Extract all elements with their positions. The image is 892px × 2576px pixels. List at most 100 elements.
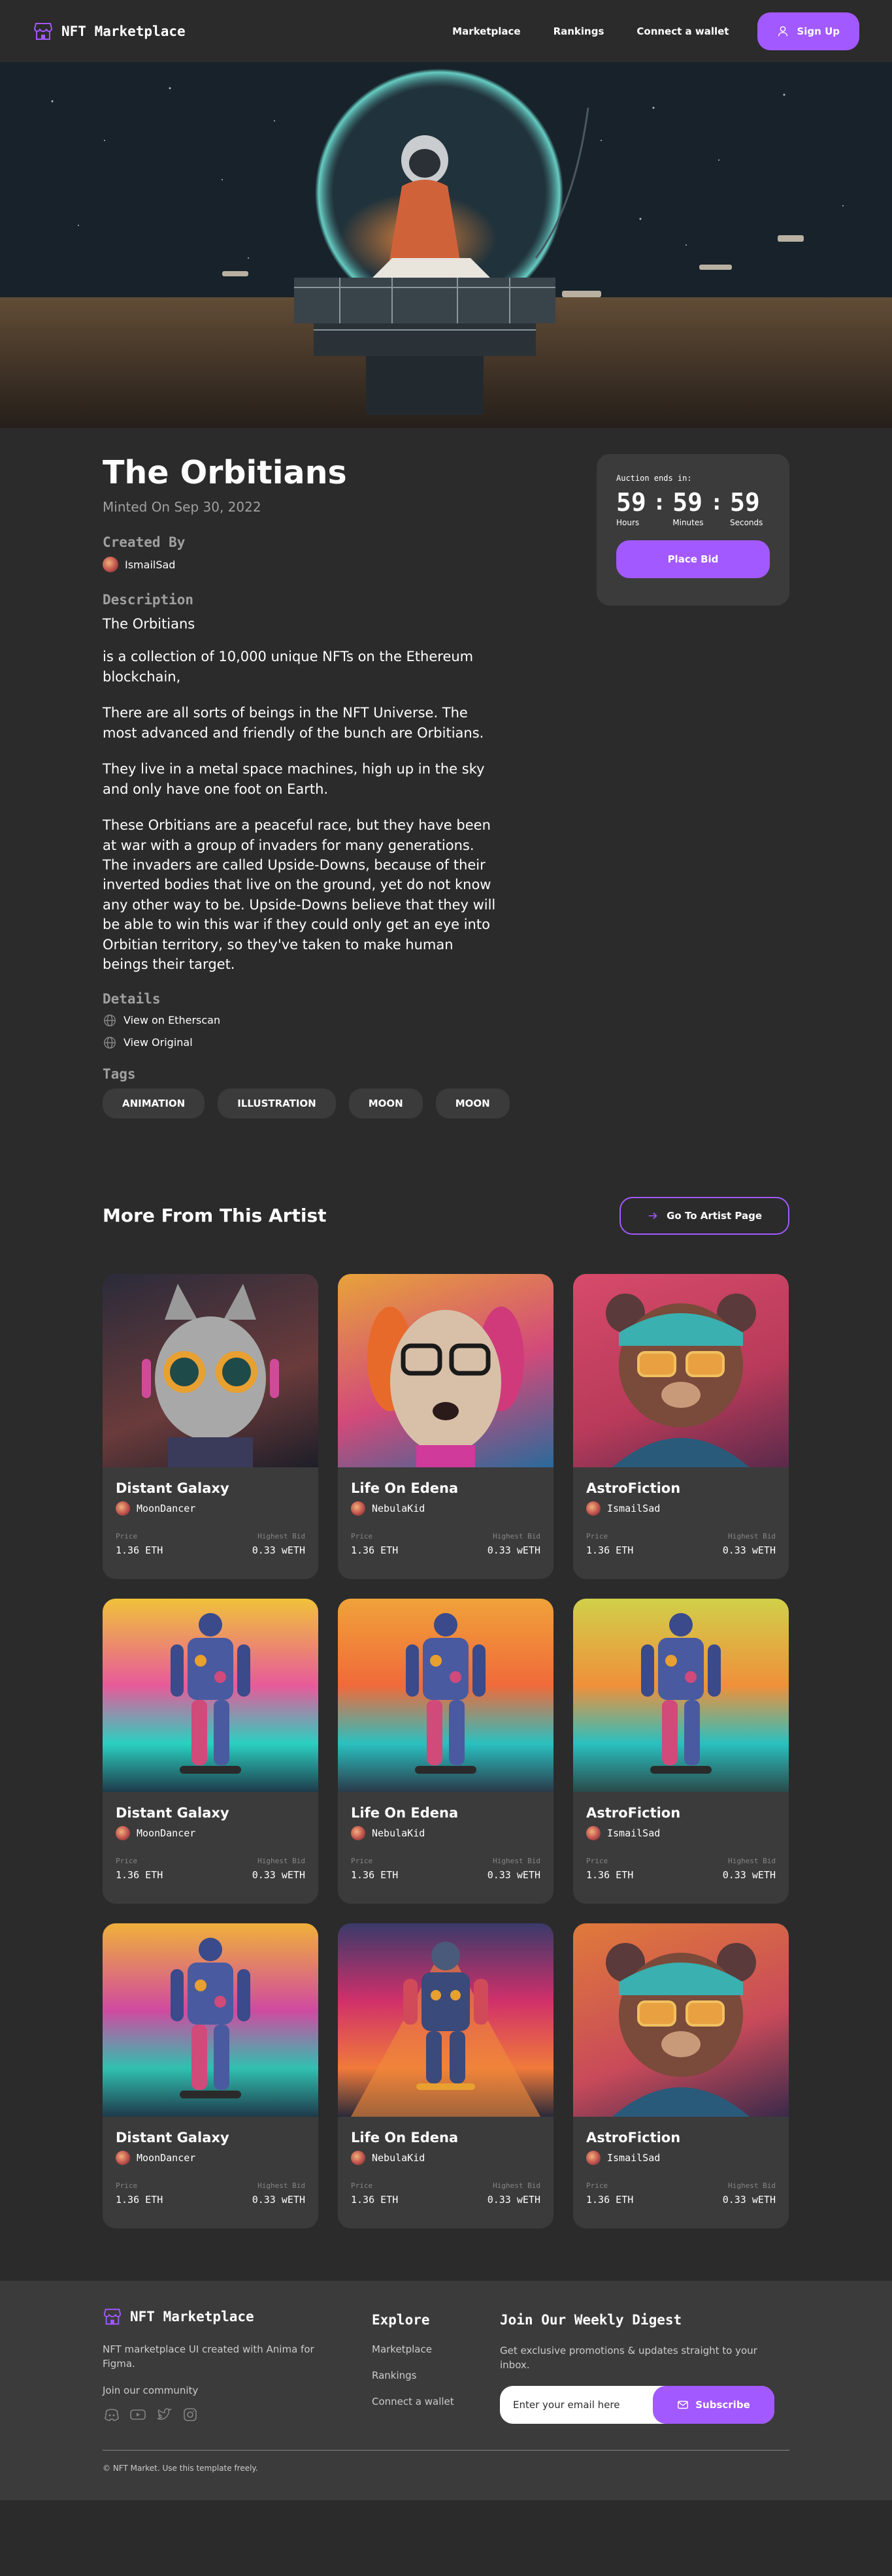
creator[interactable]: IsmailSad: [103, 557, 501, 572]
price-block: Price 1.36 ETH: [116, 2181, 163, 2206]
tag-moon[interactable]: MOON: [348, 1088, 423, 1118]
nav-connect-wallet[interactable]: Connect a wallet: [623, 25, 742, 37]
go-to-artist-label: Go To Artist Page: [667, 1209, 762, 1222]
nft-card-artist[interactable]: IsmailSad: [586, 1501, 776, 1516]
description-paragraph: These Orbitians are a peaceful race, but…: [103, 817, 496, 973]
youtube-icon[interactable]: [129, 2405, 147, 2424]
tag-animation[interactable]: ANIMATION: [103, 1088, 205, 1118]
nft-card-stats: Price 1.36 ETH Highest Bid 0.33 wETH: [116, 1857, 305, 1881]
more-header: More From This Artist Go To Artist Page: [103, 1196, 789, 1235]
nft-card-title: Distant Galaxy: [116, 1480, 229, 1496]
nav-rankings[interactable]: Rankings: [540, 25, 618, 37]
nft-card-artist[interactable]: MoonDancer: [116, 1501, 305, 1516]
place-bid-button[interactable]: Place Bid: [616, 540, 770, 578]
footer-brand[interactable]: NFT Marketplace: [103, 2307, 372, 2326]
view-etherscan-link[interactable]: View on Etherscan: [103, 1013, 501, 1028]
highest-bid-value: 0.33 wETH: [722, 1868, 776, 1881]
nft-card-title: AstroFiction: [586, 1804, 681, 1821]
nft-card-artist[interactable]: NebulaKid: [351, 1825, 540, 1840]
nft-card[interactable]: Life On Edena NebulaKid Price 1.36 ETH Highe…: [338, 1923, 553, 2228]
nft-card-artist[interactable]: NebulaKid: [351, 2150, 540, 2165]
nft-card[interactable]: Life On Edena NebulaKid Price 1.36 ETH Highe…: [338, 1273, 553, 1579]
bid-block: Highest Bid 0.33 wETH: [723, 1532, 776, 1556]
creator-name: IsmailSad: [125, 558, 176, 571]
timer-hours: 59 Hours: [616, 489, 646, 527]
nft-card[interactable]: Distant Galaxy MoonDancer Price 1.36 ETH Hig…: [103, 1923, 318, 2228]
nft-card-body: AstroFiction IsmailSad Price 1.36 ETH Highes…: [573, 1467, 789, 1569]
price-label: Price: [586, 1531, 608, 1541]
nft-card[interactable]: Life On Edena NebulaKid Price 1.36 ETH Highe…: [338, 1598, 553, 1904]
price-label: Price: [351, 1856, 373, 1865]
nft-card[interactable]: AstroFiction IsmailSad Price 1.36 ETH Highes…: [573, 1273, 789, 1579]
hero-image: [0, 62, 892, 428]
nft-card-artist[interactable]: MoonDancer: [116, 1825, 305, 1840]
nft-card-title: Life On Edena: [351, 1480, 459, 1496]
highest-bid-label: Highest Bid: [257, 1531, 305, 1541]
nft-card-image: [573, 1923, 789, 2117]
footer-link-connect-wallet[interactable]: Connect a wallet: [372, 2396, 500, 2407]
details-links: View on Etherscan View Original: [103, 1013, 501, 1050]
avatar: [351, 2150, 365, 2165]
nft-card[interactable]: Distant Galaxy MoonDancer Price 1.36 ETH Hig…: [103, 1273, 318, 1579]
artist-name: NebulaKid: [372, 1827, 425, 1839]
description-paragraph: There are all sorts of beings in the NFT…: [103, 705, 484, 741]
nft-card-artist[interactable]: NebulaKid: [351, 1501, 540, 1516]
nft-card-stats: Price 1.36 ETH Highest Bid 0.33 wETH: [116, 1532, 305, 1556]
footer: NFT Marketplace NFT marketplace UI creat…: [0, 2280, 892, 2500]
price-block: Price 1.36 ETH: [586, 1532, 633, 1556]
digest-title: Join Our Weekly Digest: [500, 2311, 682, 2328]
nft-card[interactable]: Distant Galaxy MoonDancer Price 1.36 ETH Hig…: [103, 1598, 318, 1904]
highest-bid-label: Highest Bid: [493, 2181, 540, 2190]
footer-brand-column: NFT Marketplace NFT marketplace UI creat…: [103, 2307, 372, 2424]
nft-card-artist[interactable]: IsmailSad: [586, 1825, 776, 1840]
nft-card-image: [338, 1273, 553, 1467]
avatar: [116, 1825, 130, 1840]
footer-digest-column: Join Our Weekly Digest Get exclusive pro…: [500, 2307, 774, 2424]
nft-card-artist[interactable]: MoonDancer: [116, 2150, 305, 2165]
twitter-icon[interactable]: [155, 2405, 173, 2424]
instagram-icon[interactable]: [181, 2405, 199, 2424]
nft-card[interactable]: AstroFiction IsmailSad Price 1.36 ETH Highes…: [573, 1598, 789, 1904]
brand[interactable]: NFT Marketplace: [33, 21, 186, 42]
tag-moon[interactable]: MOON: [435, 1088, 510, 1118]
nft-card-artist[interactable]: IsmailSad: [586, 2150, 776, 2165]
minutes-label: Minutes: [672, 517, 704, 527]
artist-name: IsmailSad: [607, 1827, 661, 1839]
subscribe-button[interactable]: Subscribe: [653, 2385, 774, 2424]
nav-marketplace[interactable]: Marketplace: [439, 25, 533, 37]
price-block: Price 1.36 ETH: [351, 1532, 398, 1556]
nft-card-stats: Price 1.36 ETH Highest Bid 0.33 wETH: [351, 1532, 540, 1556]
highest-bid-label: Highest Bid: [728, 1856, 776, 1865]
highest-bid-value: 0.33 wETH: [722, 1544, 776, 1556]
go-to-artist-button[interactable]: Go To Artist Page: [619, 1196, 789, 1235]
nft-card-body: Distant Galaxy MoonDancer Price 1.36 ETH Hig…: [103, 1792, 318, 1894]
nft-card-title: AstroFiction: [586, 2129, 681, 2145]
view-original-link[interactable]: View Original: [103, 1035, 501, 1050]
explore-title: Explore: [372, 2311, 430, 2328]
nft-card-image: [103, 1598, 318, 1792]
price-value: 1.36 ETH: [351, 1868, 399, 1881]
footer-tagline: NFT marketplace UI created with Anima fo…: [103, 2343, 314, 2370]
tag-illustration[interactable]: ILLUSTRATION: [218, 1088, 336, 1118]
highest-bid-label: Highest Bid: [257, 2181, 305, 2190]
countdown-timer: 59 Hours : 59 Minutes : 59 Seconds: [616, 489, 770, 527]
price-block: Price 1.36 ETH: [586, 2181, 633, 2206]
nft-card-image: [338, 1923, 553, 2117]
discord-icon[interactable]: [103, 2405, 121, 2424]
details-label: Details: [103, 990, 161, 1007]
artist-name: IsmailSad: [607, 2151, 661, 2164]
price-label: Price: [351, 2181, 373, 2190]
globe-icon: [104, 1014, 116, 1026]
nft-card-stats: Price 1.36 ETH Highest Bid 0.33 wETH: [586, 1532, 776, 1556]
subscribe-form: Subscribe: [500, 2385, 774, 2424]
nft-card[interactable]: AstroFiction IsmailSad Price 1.36 ETH Highes…: [573, 1923, 789, 2228]
signup-button[interactable]: Sign Up: [757, 12, 859, 50]
nft-card-body: Life On Edena NebulaKid Price 1.36 ETH Highe…: [338, 2117, 553, 2219]
artist-name: MoonDancer: [137, 2151, 196, 2164]
email-input[interactable]: [500, 2398, 653, 2411]
footer-link-marketplace[interactable]: Marketplace: [372, 2343, 500, 2355]
footer-link-rankings[interactable]: Rankings: [372, 2370, 500, 2381]
seconds-value: 59: [729, 488, 760, 517]
price-value: 1.36 ETH: [116, 1868, 163, 1881]
avatar: [586, 1825, 601, 1840]
